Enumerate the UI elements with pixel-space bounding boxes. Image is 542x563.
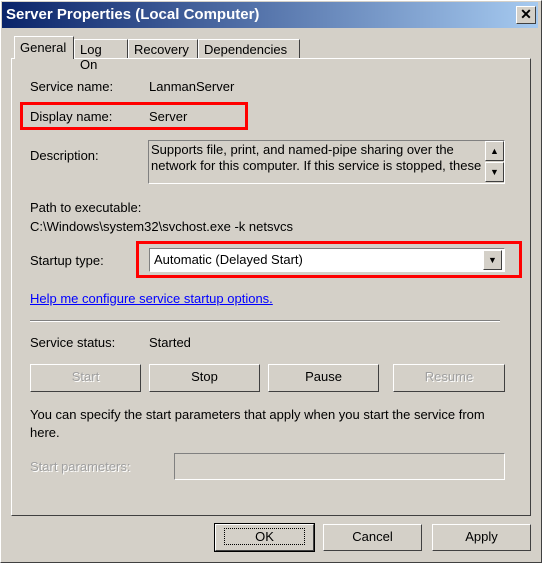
description-label: Description: <box>30 148 99 163</box>
resume-button[interactable]: Resume <box>393 364 505 392</box>
title-bar: Server Properties (Local Computer) <box>2 2 538 28</box>
close-button[interactable]: ✕ <box>516 6 536 24</box>
tab-general[interactable]: General <box>14 36 74 59</box>
description-text: Supports file, print, and named-pipe sha… <box>151 142 482 173</box>
help-link[interactable]: Help me configure service startup option… <box>30 291 273 306</box>
scroll-down-icon[interactable]: ▼ <box>485 162 504 182</box>
start-params-input[interactable] <box>174 453 505 480</box>
apply-button[interactable]: Apply <box>432 524 531 551</box>
service-name-value: LanmanServer <box>149 79 235 94</box>
chevron-down-icon[interactable]: ▼ <box>483 250 502 270</box>
service-status-value: Started <box>149 335 191 350</box>
tab-log-on[interactable]: Log On <box>74 39 128 72</box>
ok-label: OK <box>224 528 305 545</box>
separator <box>30 320 500 322</box>
tab-recovery[interactable]: Recovery <box>128 39 198 59</box>
startup-type-select[interactable]: Automatic (Delayed Start) <box>149 248 505 272</box>
scroll-up-icon[interactable]: ▲ <box>485 141 504 161</box>
tab-dependencies[interactable]: Dependencies <box>198 39 300 59</box>
description-box[interactable]: Supports file, print, and named-pipe sha… <box>148 140 505 184</box>
display-name-label: Display name: <box>30 109 113 124</box>
startup-type-value: Automatic (Delayed Start) <box>154 252 303 267</box>
display-name-value: Server <box>149 109 188 124</box>
ok-button[interactable]: OK <box>214 523 315 552</box>
pause-button[interactable]: Pause <box>268 364 379 392</box>
stop-button[interactable]: Stop <box>149 364 260 392</box>
start-params-description: You can specify the start parameters tha… <box>30 407 485 440</box>
service-status-label: Service status: <box>30 335 116 350</box>
cancel-button[interactable]: Cancel <box>323 524 422 551</box>
path-label: Path to executable: <box>30 200 142 215</box>
startup-type-label: Startup type: <box>30 253 104 268</box>
start-button[interactable]: Start <box>30 364 141 392</box>
start-params-label: Start parameters: <box>30 459 131 474</box>
service-name-label: Service name: <box>30 79 114 94</box>
path-value: C:\Windows\system32\svchost.exe -k netsv… <box>30 219 293 234</box>
